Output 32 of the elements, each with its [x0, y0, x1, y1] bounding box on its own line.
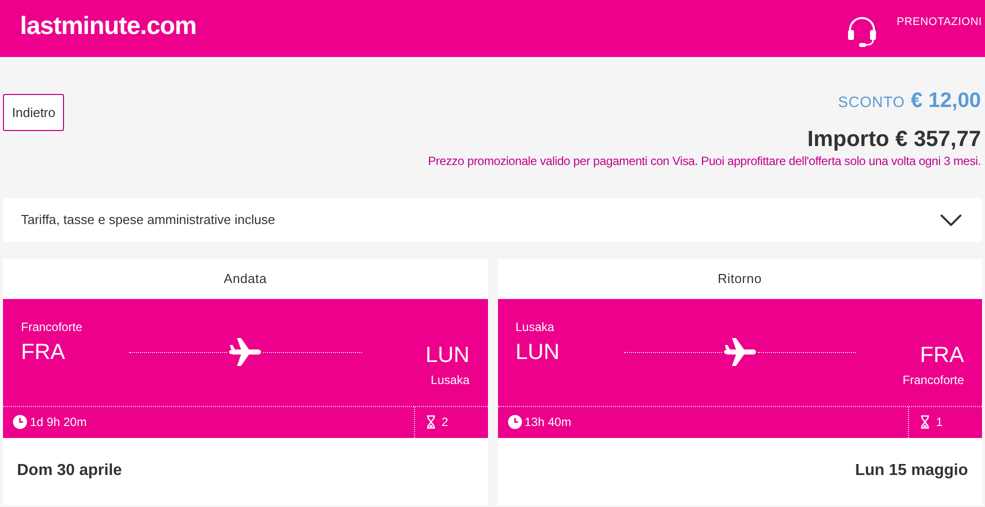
- clock-icon: [508, 415, 522, 429]
- plane-icon: [722, 337, 758, 367]
- stops-count: 2: [442, 414, 448, 431]
- card-title: Ritorno: [718, 270, 762, 288]
- duration-text: 13h 40m: [524, 414, 572, 431]
- chevron-down-icon[interactable]: [940, 214, 962, 226]
- plane-icon: [227, 337, 264, 367]
- bookings-link[interactable]: PRENOTAZIONI: [896, 14, 982, 30]
- discount-amount: € 12,00: [910, 88, 981, 114]
- city-name: Francoforte: [902, 372, 964, 388]
- city-name: Lusaka: [430, 372, 470, 388]
- fare-details-label: Tariffa, tasse e spese amministrative incluse: [21, 210, 276, 229]
- promo-note: Prezzo promozionale valido per pagamenti con Visa. Puoi approfittare dell'offerta solo una volta ogni 3 mesi.: [428, 152, 981, 168]
- airport-code: LUN: [516, 338, 561, 366]
- card-title: Andata: [224, 270, 267, 288]
- stops-count: 1: [936, 414, 943, 431]
- hourglass-icon: [426, 415, 436, 429]
- clock-icon: [13, 415, 27, 429]
- total-amount: Importo € 357,77: [807, 124, 981, 152]
- fare-details-accordion[interactable]: Tariffa, tasse e spese amministrative incluse: [3, 198, 982, 242]
- airport-code: LUN: [425, 340, 470, 368]
- back-button[interactable]: Indietro: [3, 94, 64, 131]
- airport-code: FRA: [21, 338, 66, 366]
- flight-date: Dom 30 aprile: [17, 461, 122, 481]
- hourglass-icon: [920, 415, 930, 429]
- city-name: Lusaka: [516, 318, 556, 336]
- airport-code: FRA: [920, 340, 964, 368]
- duration-text: 1d 9h 20m: [30, 414, 87, 431]
- flight-date: Lun 15 maggio: [855, 461, 968, 481]
- logo[interactable]: lastminute.com: [20, 8, 196, 46]
- city-name: Francoforte: [21, 318, 84, 336]
- discount-label: SCONTO: [838, 93, 905, 113]
